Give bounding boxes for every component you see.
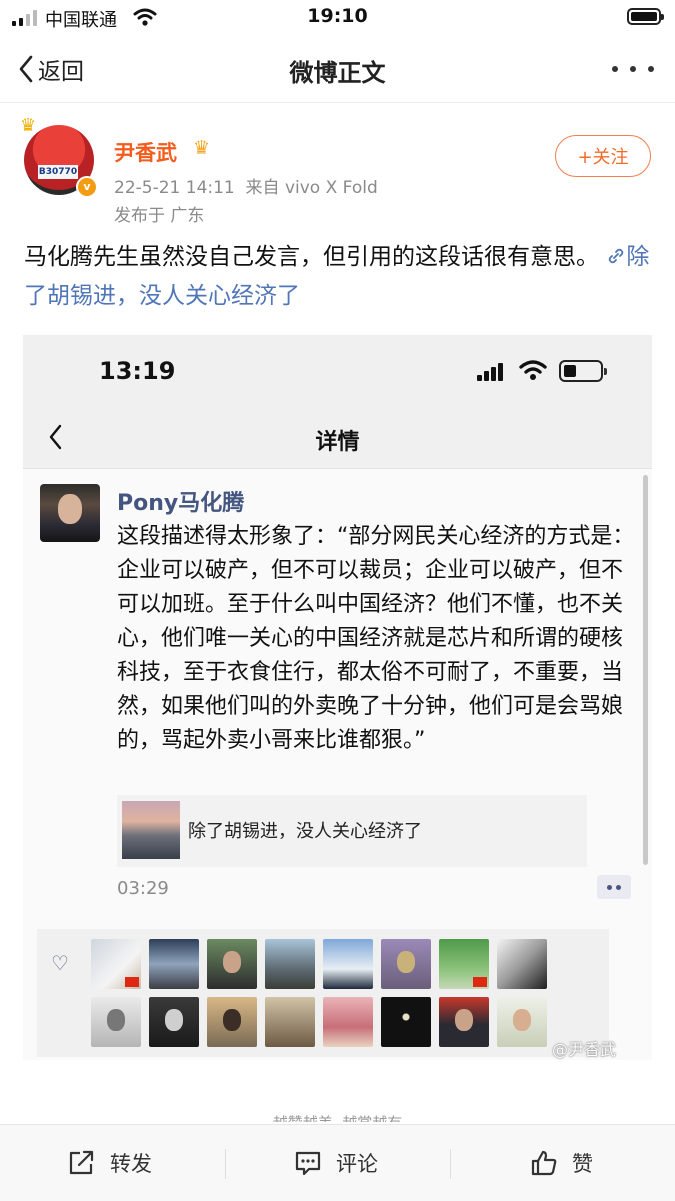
liker-avatar[interactable] [149,939,199,989]
divider [225,1149,226,1179]
divider [450,1149,451,1179]
post-text: 马化腾先生虽然没自己发言，但引用的这段话很有意思。 [24,244,599,270]
embedded-signal-icon [477,363,505,381]
pony-avatar[interactable] [40,484,100,542]
liker-avatar[interactable] [91,997,141,1047]
link-icon [609,248,624,264]
embedded-status-time: 13:19 [99,357,176,385]
liker-avatar[interactable] [381,997,431,1047]
liker-avatar[interactable] [323,997,373,1047]
embedded-title: 详情 [315,430,360,455]
like-label: 赞 [572,1152,593,1176]
status-time: 19:10 [307,5,368,27]
comment-icon [295,1151,321,1176]
post-location: 发布于 广东 [114,206,205,226]
quote-thumbnail [122,801,180,859]
verified-icon: v [76,176,98,198]
page-title: 微博正文 [289,59,386,87]
avatar-bib: B30770 [38,165,78,179]
embedded-screenshot[interactable]: 13:19 详情 Pony马化腾 这段描述得太形象了：“部分网民关心经济的方式是… [23,335,652,1060]
heart-icon: ♡ [51,951,69,975]
liker-avatar[interactable] [207,939,257,989]
pony-post-time: 03:29 [117,878,169,899]
username[interactable]: 尹香武 [114,137,177,167]
likes-area: ♡ [37,929,609,1057]
quote-text: 除了胡锡进，没人关心经济了 [188,821,422,842]
watermark: @尹香武 [552,1040,617,1059]
post-meta: 22-5-21 14:11 来自 vivo X Fold [114,178,378,198]
bottom-action-bar: 转发 评论 赞 [0,1124,675,1201]
embedded-scrollbar [643,475,648,865]
pony-name[interactable]: Pony马化腾 [117,485,244,517]
comment-label: 评论 [336,1152,378,1176]
nav-bar: 返回 微博正文 [0,36,675,103]
repost-label: 转发 [110,1152,152,1176]
liker-avatar[interactable] [207,997,257,1047]
embedded-battery-icon [559,360,607,382]
liker-avatar[interactable] [381,939,431,989]
liker-avatar[interactable] [439,939,489,989]
liker-avatar[interactable] [265,939,315,989]
more-options-button[interactable] [612,66,656,76]
status-bar: 中国联通 19:10 [0,0,675,36]
crown-icon: ♛ [20,115,37,136]
embedded-header: 13:19 详情 [23,335,652,469]
liker-avatar[interactable] [91,939,141,989]
cutoff-text: 越赞越美 越赏越有 [0,1112,675,1122]
vip-crown-icon: ♛ [193,137,211,159]
follow-button[interactable]: +关注 [555,135,651,177]
thumbs-up-icon [531,1150,557,1176]
battery-icon [627,8,664,25]
like-button[interactable]: 赞 [530,1125,593,1201]
embedded-wifi-icon [519,360,547,380]
post-body: 马化腾先生虽然没自己发言，但引用的这段话很有意思。 除了胡锡进，没人关心经济了 [24,238,654,316]
pony-post-text: 这段描述得太形象了：“部分网民关心经济的方式是：企业可以破产，但不可以裁员；企业… [117,524,635,753]
pony-more-button[interactable] [597,875,631,899]
quote-card[interactable]: 除了胡锡进，没人关心经济了 [117,795,587,867]
comment-button[interactable]: 评论 [294,1125,378,1201]
liker-avatar[interactable] [265,997,315,1047]
liker-avatar[interactable] [497,997,547,1047]
repost-icon [69,1150,94,1175]
repost-button[interactable]: 转发 [68,1125,152,1201]
liker-avatar[interactable] [323,939,373,989]
liker-avatar[interactable] [439,997,489,1047]
liker-avatar[interactable] [497,939,547,989]
liker-avatar[interactable] [149,997,199,1047]
